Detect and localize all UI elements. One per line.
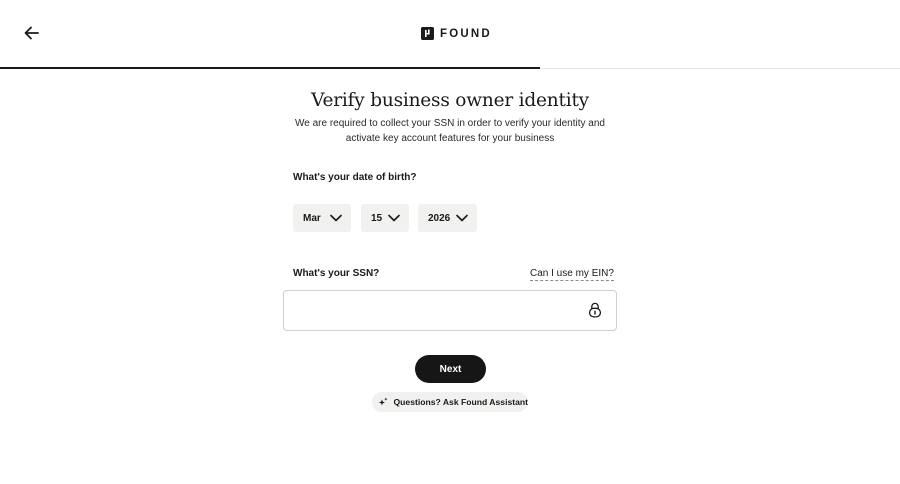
- use-ein-link[interactable]: Can I use my EIN?: [530, 268, 614, 281]
- month-value: Mar: [303, 212, 321, 224]
- ssn-label: What's your SSN?: [293, 268, 380, 279]
- arrow-left-icon: [24, 26, 39, 40]
- top-bar: FOUND: [0, 0, 900, 68]
- month-select[interactable]: Mar: [293, 204, 351, 232]
- sparkle-icon: [378, 397, 388, 406]
- ssn-input[interactable]: [284, 291, 574, 330]
- ssn-field: [283, 290, 617, 331]
- chevron-down-icon: [330, 214, 342, 222]
- found-logo: FOUND: [421, 27, 492, 40]
- page-subtitle: We are required to collect your SSN in o…: [295, 118, 605, 144]
- page-title: Verify business owner identity: [311, 90, 589, 111]
- ask-assistant-button[interactable]: Questions? Ask Found Assistant: [372, 392, 528, 412]
- back-button[interactable]: [22, 23, 42, 43]
- logo-text: FOUND: [440, 27, 492, 40]
- chevron-down-icon: [456, 214, 468, 222]
- ask-assistant-label: Questions? Ask Found Assistant: [393, 397, 529, 407]
- lock-icon[interactable]: [588, 302, 602, 318]
- found-logo-icon: [421, 27, 434, 40]
- year-select[interactable]: 2026: [418, 204, 477, 232]
- day-select[interactable]: 15: [361, 204, 409, 232]
- year-value: 2026: [428, 212, 451, 224]
- dob-label: What's your date of birth?: [293, 172, 417, 183]
- chevron-down-icon: [388, 214, 400, 222]
- progress-bar: [0, 67, 540, 69]
- next-button[interactable]: Next: [415, 355, 486, 383]
- day-value: 15: [371, 212, 383, 224]
